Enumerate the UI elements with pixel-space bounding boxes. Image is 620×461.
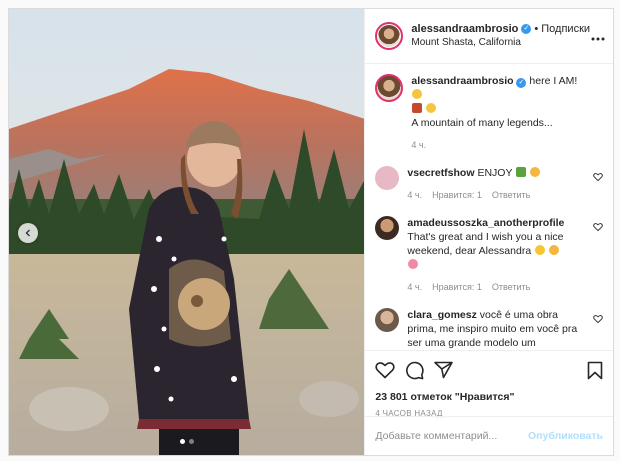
- reply-button[interactable]: Ответить: [492, 188, 530, 202]
- post-photo[interactable]: [9, 9, 365, 455]
- avatar[interactable]: [375, 308, 400, 332]
- verified-badge-icon: ✓: [521, 24, 532, 34]
- comment-text: ENJOY: [477, 167, 513, 179]
- smile-emoji-icon: [549, 245, 559, 255]
- comment-likes[interactable]: Нравится: 1: [432, 188, 482, 202]
- follow-button[interactable]: Подписки: [541, 22, 590, 36]
- more-options-icon[interactable]: [591, 28, 605, 44]
- comment-time[interactable]: 4 ч.: [407, 188, 422, 202]
- post-side-panel: alessandraambrosio ✓ • Подписки Mount Sh…: [364, 9, 613, 455]
- post-dialog: alessandraambrosio ✓ • Подписки Mount Sh…: [8, 8, 614, 456]
- caption: alessandraambrosio ✓ here I AM! A mounta…: [375, 74, 603, 152]
- leaf-emoji-icon: [516, 167, 527, 177]
- comment: amadeussoszka_anotherprofile That's grea…: [375, 216, 603, 294]
- carousel-prev-button[interactable]: [18, 223, 38, 243]
- chevron-left-icon: [25, 229, 30, 237]
- carousel-dot: [189, 439, 194, 444]
- share-send-icon[interactable]: [434, 361, 454, 379]
- post-header: alessandraambrosio ✓ • Подписки Mount Sh…: [365, 9, 613, 64]
- sparkles-emoji-icon: [412, 89, 423, 99]
- comment-input[interactable]: [375, 430, 529, 442]
- mountain-emoji-icon: [412, 103, 423, 113]
- verified-badge-icon: ✓: [516, 78, 527, 88]
- comment-time[interactable]: 4 ч.: [407, 280, 422, 294]
- avatar[interactable]: [375, 216, 400, 240]
- comments-list[interactable]: alessandraambrosio ✓ here I AM! A mounta…: [365, 64, 613, 350]
- comment-bubble-icon[interactable]: [405, 361, 425, 380]
- comment-text: here I AM!: [529, 75, 578, 87]
- carousel-dots: [180, 439, 194, 444]
- sparkles-emoji-icon: [426, 103, 437, 113]
- comment-likes[interactable]: Нравится: 1: [432, 280, 482, 294]
- comment-text-line2: A mountain of many legends...: [411, 117, 553, 129]
- avatar[interactable]: [375, 166, 400, 190]
- like-comment-heart-icon[interactable]: [593, 314, 603, 324]
- flower-emoji-icon: [408, 259, 419, 269]
- like-comment-heart-icon[interactable]: [593, 222, 603, 232]
- location-link[interactable]: Mount Shasta, California: [411, 36, 591, 50]
- publish-comment-button[interactable]: Опубликовать: [528, 430, 603, 442]
- likes-count[interactable]: 23 801 отметок "Нравится": [375, 391, 603, 403]
- comment-username[interactable]: vsecretfshow: [407, 167, 474, 179]
- comment-username[interactable]: amadeussoszka_anotherprofile: [407, 217, 564, 229]
- author-username[interactable]: alessandraambrosio: [411, 22, 518, 36]
- heart-eyes-emoji-icon: [530, 167, 541, 177]
- like-comment-heart-icon[interactable]: [593, 172, 603, 182]
- like-heart-icon[interactable]: [375, 361, 396, 379]
- reply-button[interactable]: Ответить: [492, 280, 530, 294]
- comment-username[interactable]: clara_gomesz: [407, 309, 476, 321]
- avatar[interactable]: [375, 22, 404, 50]
- comment: clara_gomesz você é uma obra prima, me i…: [375, 308, 603, 350]
- sun-emoji-icon: [535, 245, 546, 255]
- add-comment-bar: Опубликовать: [365, 416, 613, 455]
- photo-image: [9, 9, 365, 455]
- separator-dot: •: [534, 23, 539, 35]
- carousel-dot: [180, 439, 185, 444]
- comment: vsecretfshow ENJOY 4 ч. Нравится: 1 Отве…: [375, 166, 603, 202]
- comment-time[interactable]: 4 ч.: [411, 138, 426, 152]
- save-bookmark-icon[interactable]: [587, 361, 603, 380]
- avatar[interactable]: [375, 74, 404, 102]
- comment-username[interactable]: alessandraambrosio: [411, 75, 513, 87]
